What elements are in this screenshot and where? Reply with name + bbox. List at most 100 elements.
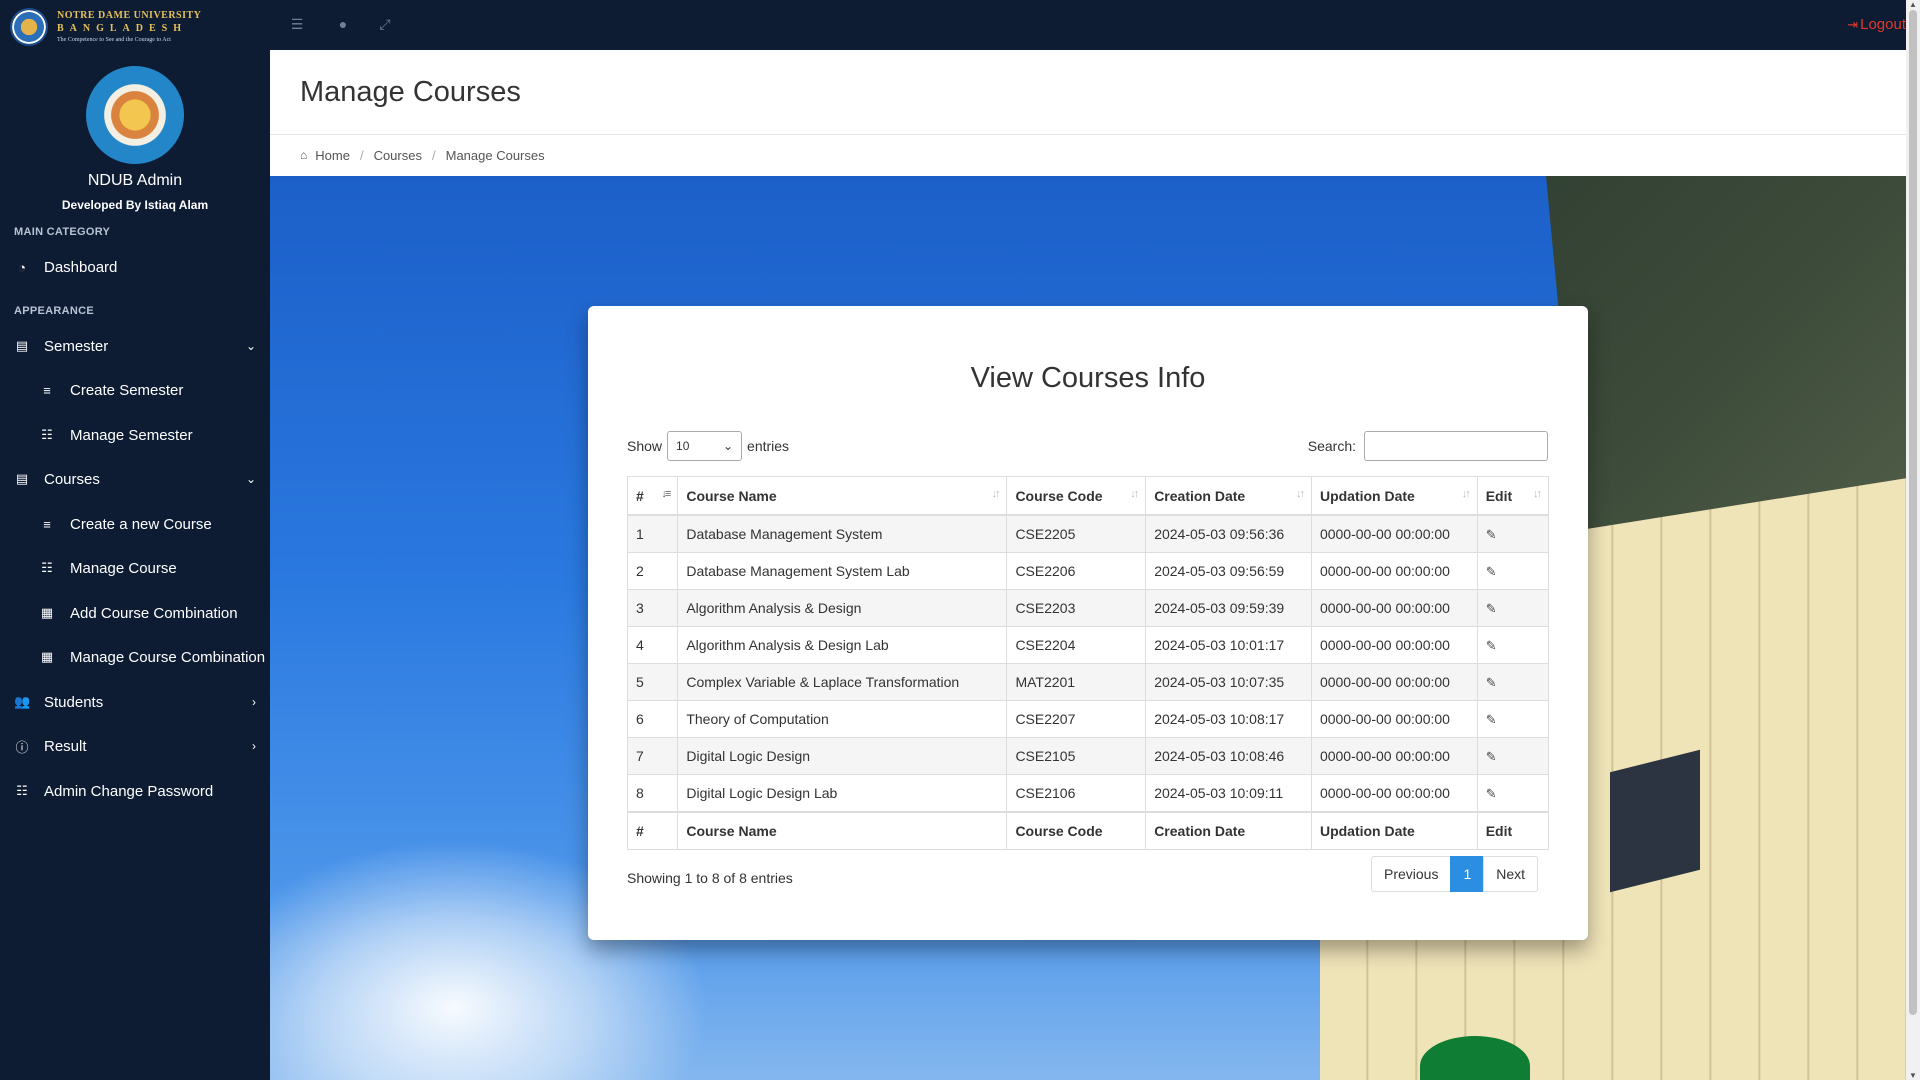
table-footer-row: # Course Name Course Code Creation Date … — [626, 811, 1550, 850]
courses-card: View Courses Info Show 10 ⌄ entries Sear… — [588, 306, 1588, 940]
cell-code: CSE2105 — [1006, 737, 1147, 775]
cell-code: CSE2106 — [1006, 774, 1147, 813]
sort-icon: ↓↑ — [1461, 488, 1471, 500]
footer-course-name: Course Name — [677, 811, 1008, 850]
sidebar-item-dashboard[interactable]: ◔ Dashboard — [0, 247, 270, 287]
sidebar-item-admin-change-password[interactable]: ☷ Admin Change Password — [0, 771, 270, 811]
server-icon: ☷ — [41, 427, 53, 442]
cell-updated: 0000-00-00 00:00:00 — [1310, 774, 1478, 813]
sidebar-item-manage-course[interactable]: ☷ Manage Course — [0, 548, 270, 588]
breadcrumb-home[interactable]: Home — [315, 148, 350, 163]
sort-icon: ↓↑ — [1533, 488, 1542, 500]
info-icon: ⓘ — [15, 739, 29, 755]
sidebar-item-manage-semester[interactable]: ☷ Manage Semester — [0, 415, 270, 455]
edit-icon[interactable]: ✎ — [1486, 786, 1497, 801]
sidebar-item-semester[interactable]: ▤ Semester ⌄ — [0, 326, 270, 366]
dashboard-icon: ◔ — [18, 259, 26, 275]
cell-edit: ✎ — [1476, 626, 1550, 664]
cell-created: 2024-05-03 09:56:36 — [1145, 514, 1312, 553]
sort-asc-icon: ↓≡ — [661, 488, 671, 500]
menu-icon[interactable]: ☰ — [287, 14, 307, 34]
brand-logo[interactable]: NOTRE DAME UNIVERSITY BANGLADESH The Com… — [10, 8, 201, 46]
scroll-up-arrow-icon[interactable]: ▲ — [1906, 0, 1920, 9]
column-header-edit[interactable]: Edit ↓↑ — [1476, 476, 1550, 516]
cell-num: 6 — [626, 700, 679, 738]
breadcrumb-separator: / — [359, 147, 364, 163]
cell-code: CSE2207 — [1006, 700, 1147, 738]
sidebar-item-label: Add Course Combination — [70, 604, 238, 622]
sidebar-item-add-course-combination[interactable]: ▦ Add Course Combination — [0, 593, 270, 633]
next-button[interactable]: Next — [1483, 856, 1539, 892]
chevron-down-icon: ⌄ — [245, 339, 256, 353]
cell-code: CSE2206 — [1006, 552, 1147, 590]
edit-icon[interactable]: ✎ — [1486, 712, 1497, 727]
sidebar-item-create-semester[interactable]: ≡ Create Semester — [0, 370, 270, 410]
column-header-course-code[interactable]: Course Code ↓↑ — [1006, 476, 1147, 516]
page-button-1[interactable]: 1 — [1450, 856, 1485, 892]
edit-icon[interactable]: ✎ — [1486, 675, 1497, 690]
brand-line-1: NOTRE DAME UNIVERSITY — [57, 10, 202, 21]
scroll-down-arrow-icon[interactable]: ▼ — [1906, 1071, 1920, 1080]
brand-line-2: BANGLADESH — [57, 23, 188, 34]
scrollbar-thumb[interactable] — [1909, 10, 1917, 1015]
profile-logo — [86, 66, 184, 164]
column-header-course-name[interactable]: Course Name ↓↑ — [677, 476, 1008, 516]
developer-credit: Developed By Istiaq Alam — [61, 198, 209, 212]
cell-edit: ✎ — [1476, 663, 1550, 701]
page-header: Manage Courses — [270, 50, 1906, 135]
column-header-creation-date[interactable]: Creation Date ↓↑ — [1145, 476, 1312, 516]
edit-icon[interactable]: ✎ — [1486, 749, 1497, 764]
table-info: Showing 1 to 8 of 8 entries — [627, 870, 793, 886]
edit-icon[interactable]: ✎ — [1486, 601, 1497, 616]
pagination: Previous 1 Next — [1371, 856, 1539, 892]
sidebar-item-label: Students — [44, 693, 104, 711]
sidebar-item-students[interactable]: 👥 Students › — [0, 682, 270, 722]
table-row: 3 Algorithm Analysis & Design CSE2203 2024-… — [626, 589, 1550, 627]
expand-icon[interactable]: ⤢ — [375, 14, 395, 34]
newspaper-icon: ▦ — [40, 649, 54, 664]
user-icon[interactable]: ● — [333, 14, 353, 34]
table-row: 2 Database Management System Lab CSE2206 20… — [626, 552, 1550, 590]
cell-num: 4 — [626, 626, 679, 664]
cell-name: Theory of Computation — [677, 700, 1008, 738]
users-icon: 👥 — [14, 694, 31, 709]
search-input[interactable] — [1364, 431, 1548, 461]
breadcrumb-courses[interactable]: Courses — [374, 148, 422, 163]
edit-icon[interactable]: ✎ — [1486, 527, 1497, 542]
list-icon: ≡ — [43, 382, 51, 398]
logout-link[interactable]: ⇥ Logout — [1847, 16, 1906, 33]
edit-icon[interactable]: ✎ — [1486, 638, 1497, 653]
sidebar-item-label: Result — [44, 737, 87, 755]
sidebar-item-label: Create a new Course — [70, 515, 212, 533]
vertical-scrollbar[interactable]: ▲ ▼ — [1906, 0, 1920, 1080]
sidebar-item-label: Dashboard — [44, 258, 118, 276]
server-icon: ☷ — [41, 560, 53, 575]
table-row: 4 Algorithm Analysis & Design Lab CSE2204 2… — [626, 626, 1550, 664]
cell-edit: ✎ — [1476, 737, 1550, 775]
sidebar-item-courses[interactable]: ▤ Courses ⌄ — [0, 459, 270, 499]
cell-updated: 0000-00-00 00:00:00 — [1310, 552, 1478, 590]
sidebar-item-result[interactable]: ⓘ Result › — [0, 726, 270, 766]
edit-icon[interactable]: ✎ — [1486, 564, 1497, 579]
previous-button[interactable]: Previous — [1371, 856, 1452, 892]
cell-edit: ✎ — [1476, 552, 1550, 590]
sidebar-item-create-course[interactable]: ≡ Create a new Course — [0, 504, 270, 544]
page-length-control: Show 10 ⌄ entries — [627, 431, 789, 461]
cell-num: 7 — [626, 737, 679, 775]
table-row: 5 Complex Variable & Laplace Transformati… — [626, 663, 1550, 701]
cell-updated: 0000-00-00 00:00:00 — [1310, 663, 1478, 701]
column-header-number[interactable]: # ↓≡ — [626, 476, 679, 516]
sort-icon: ↓↑ — [1130, 488, 1139, 500]
cell-name: Digital Logic Design — [677, 737, 1008, 775]
column-header-updation-date[interactable]: Updation Date ↓↑ — [1310, 476, 1478, 516]
sidebar-item-label: Manage Course — [70, 559, 177, 577]
search-control: Search: — [1308, 431, 1548, 461]
breadcrumb-separator: / — [431, 147, 436, 163]
card-title: View Courses Info — [970, 362, 1206, 394]
page-length-select[interactable]: 10 ⌄ — [667, 431, 743, 461]
chevron-right-icon: › — [252, 695, 256, 709]
sidebar-item-manage-course-combination[interactable]: ▦ Manage Course Combination — [0, 637, 270, 677]
brand-line-3: The Competence to See and the Courage to… — [57, 37, 171, 43]
section-label-appearance: APPEARANCE — [14, 305, 95, 317]
sidebar-item-label: Admin Change Password — [44, 782, 214, 800]
